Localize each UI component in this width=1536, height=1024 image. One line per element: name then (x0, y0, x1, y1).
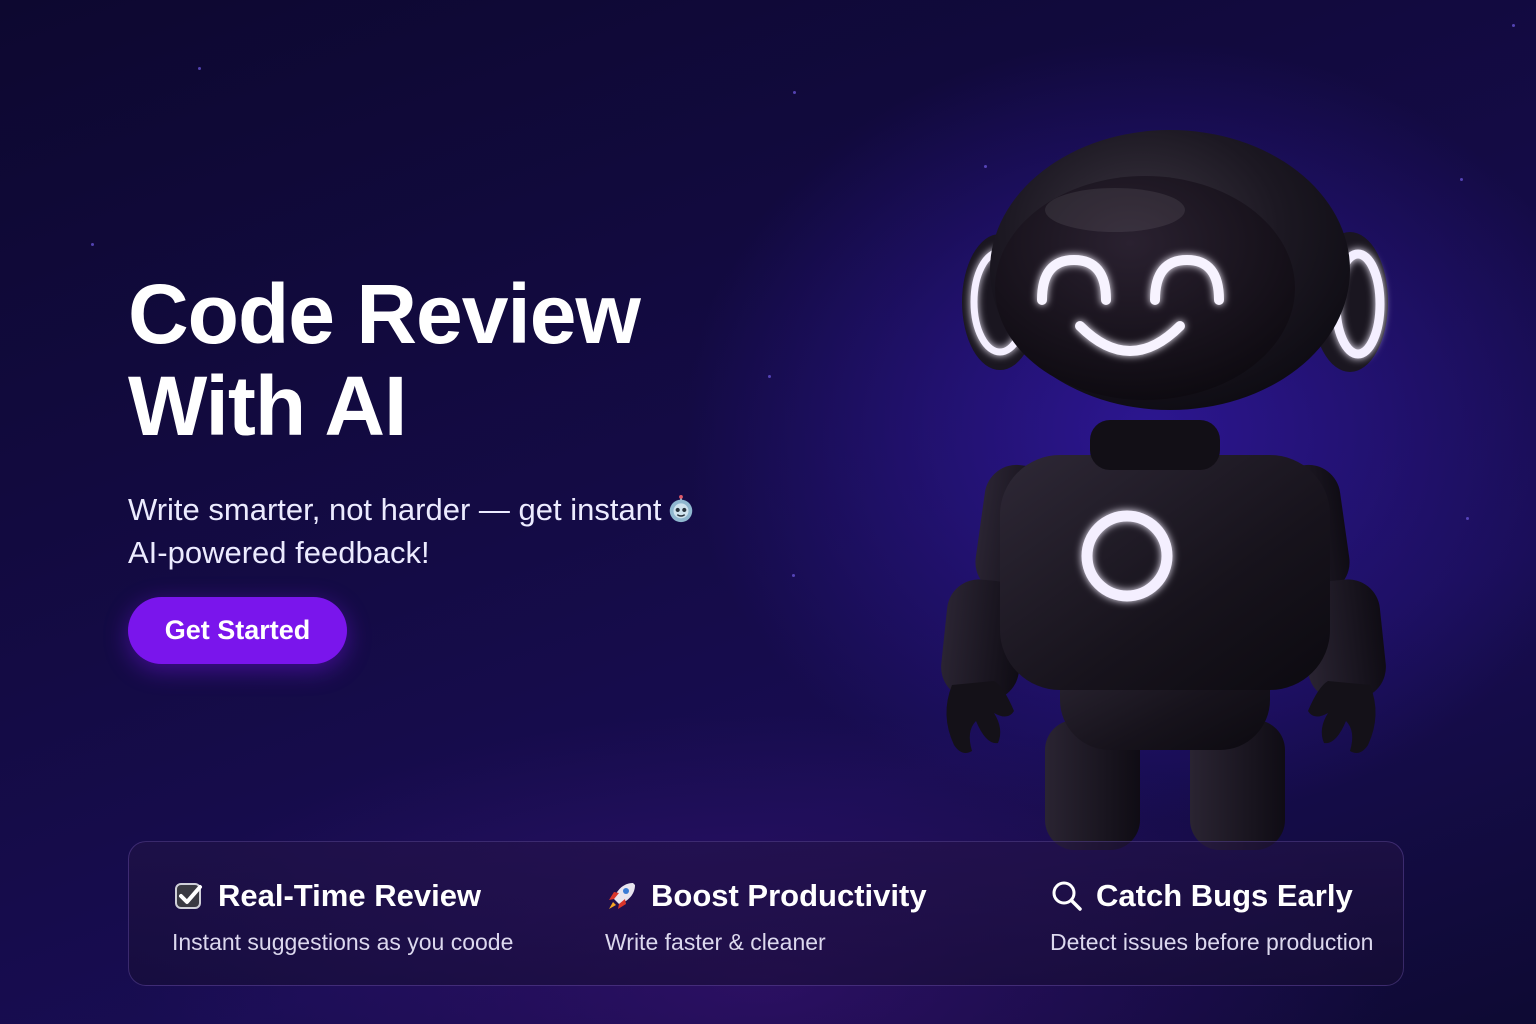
feature-description: Instant suggestions as you coode (172, 929, 514, 955)
hero-subtitle-line-2: AI-powered feedback! (128, 535, 430, 570)
hero-subtitle-line-1: Write smarter, not harder — get instant (128, 488, 768, 531)
hero-title-line-2: With AI (128, 359, 407, 453)
robot-mascot-illustration (941, 130, 1388, 850)
feature-title: Catch Bugs Early (1096, 878, 1353, 913)
get-started-button[interactable]: Get Started (128, 597, 347, 664)
feature-title: Real-Time Review (218, 878, 482, 913)
robot-face-icon (669, 494, 692, 523)
feature-description: Write faster & cleaner (605, 929, 826, 955)
rocket-icon (609, 883, 635, 909)
feature-title: Boost Productivity (651, 878, 927, 913)
hero-title: Code Review With AI (128, 268, 768, 452)
feature-catch-bugs-early: Catch Bugs Early Detect issues before pr… (1050, 876, 1373, 956)
robot-neck (1090, 420, 1220, 470)
feature-boost-productivity: Boost Productivity Write faster & cleane… (605, 876, 927, 956)
feature-description: Detect issues before production (1050, 929, 1374, 955)
features-panel: Real-Time Review Instant suggestions as … (128, 841, 1404, 986)
hero-subtitle: Write smarter, not harder — get instant … (128, 488, 768, 574)
feature-real-time-review: Real-Time Review Instant suggestions as … (172, 876, 513, 956)
robot-right-hand (1308, 681, 1376, 753)
hero-title-line-1: Code Review (128, 267, 641, 361)
check-box-icon (175, 883, 202, 909)
hero-section: Code Review With AI Write smarter, not h… (128, 268, 768, 574)
robot-left-hand (946, 681, 1014, 753)
magnifier-icon (1052, 881, 1082, 911)
